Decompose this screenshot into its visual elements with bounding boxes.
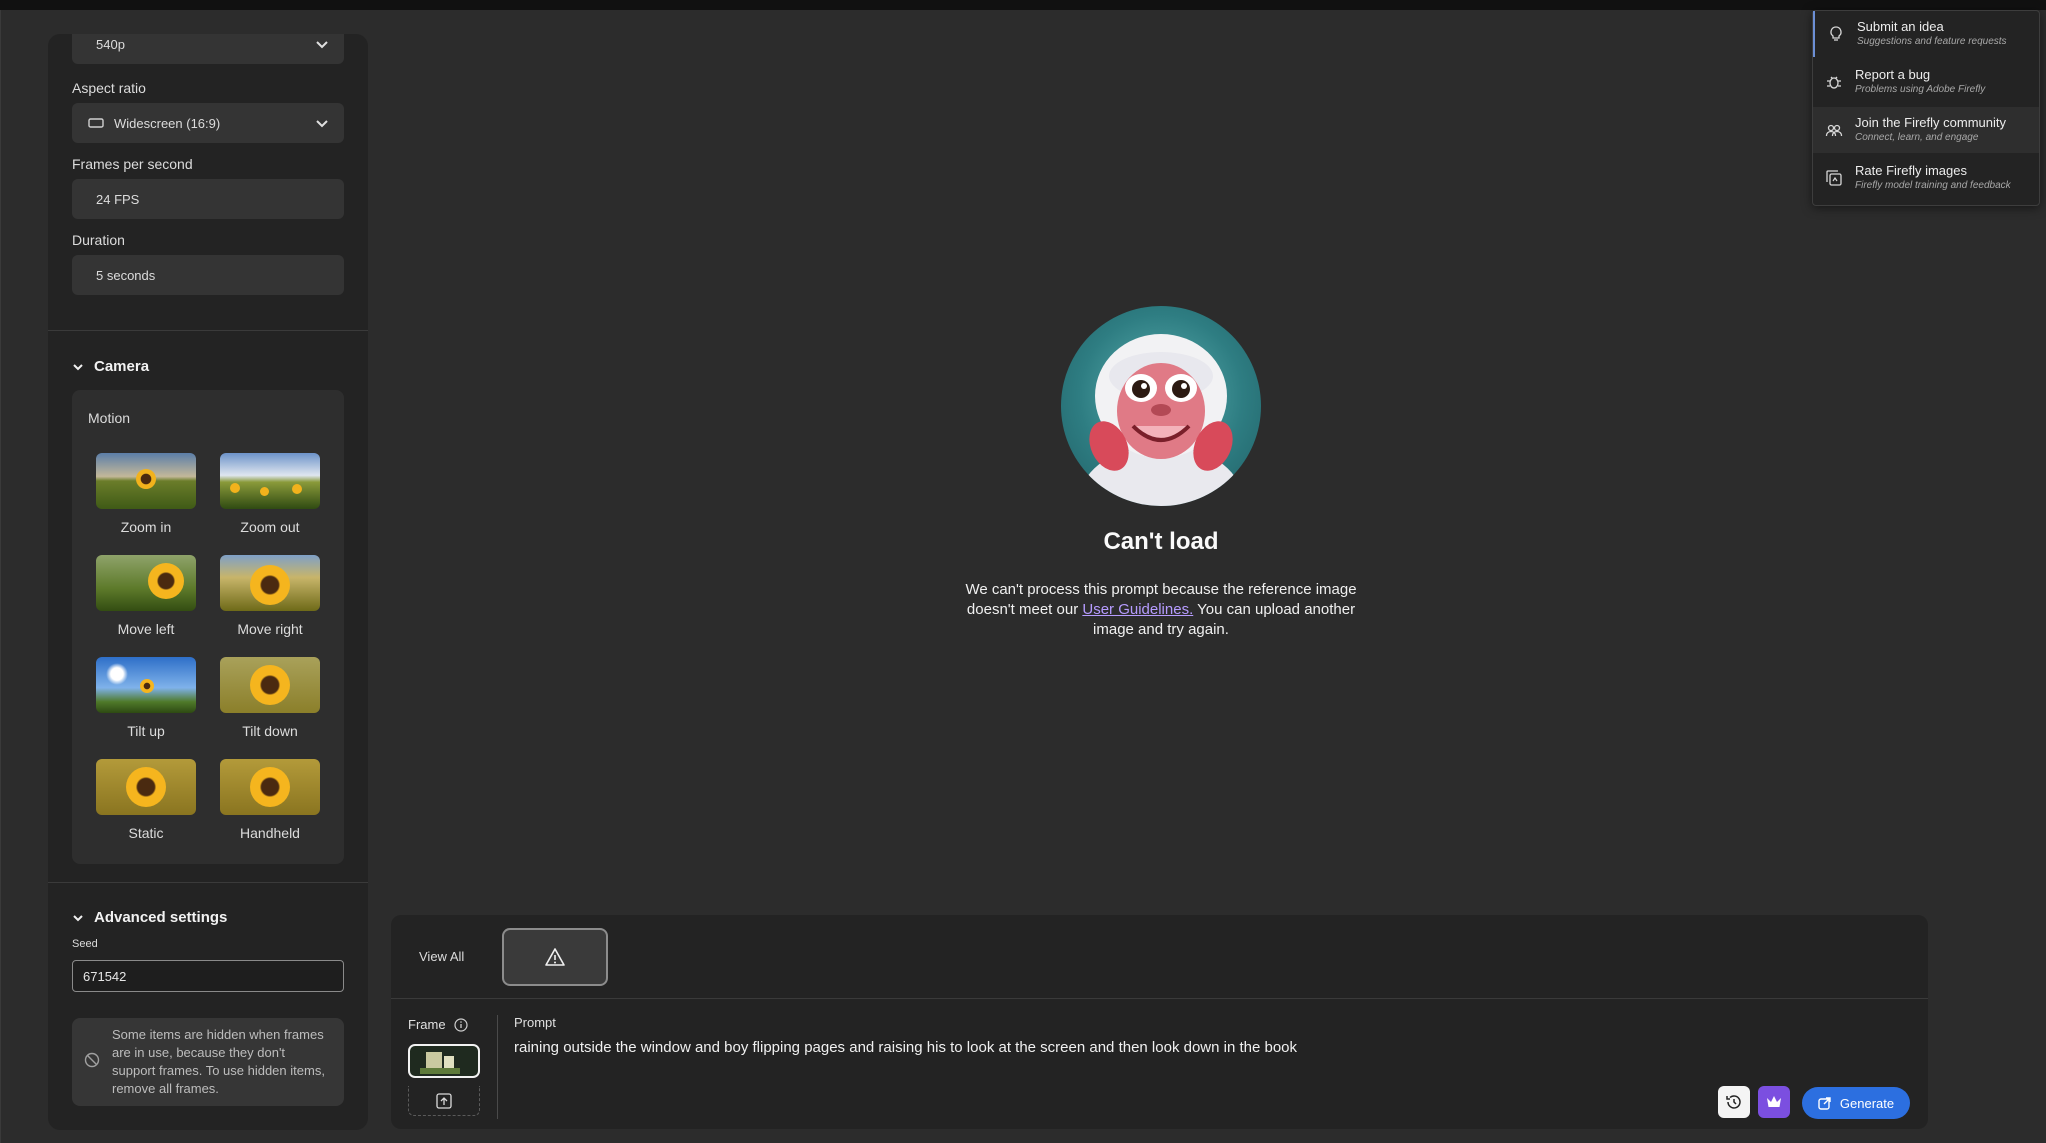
crown-icon: [1767, 1096, 1781, 1107]
advanced-settings-toggle[interactable]: Advanced settings: [72, 909, 227, 926]
menu-item-subtitle: Firefly model training and feedback: [1855, 180, 2011, 191]
sunflower-thumbnail: [96, 759, 196, 815]
widescreen-icon: [88, 118, 104, 128]
upload-frame-button[interactable]: [408, 1086, 480, 1116]
motion-label-text: Handheld: [240, 825, 300, 841]
motion-zoom-in[interactable]: Zoom in: [96, 453, 196, 535]
upload-icon: [436, 1092, 452, 1109]
aspect-ratio-select[interactable]: Widescreen (16:9): [72, 103, 344, 143]
prompt-label: Prompt: [514, 1015, 556, 1030]
chevron-down-icon: [316, 41, 328, 49]
motion-label-text: Move right: [237, 621, 303, 637]
generate-icon: [1818, 1097, 1831, 1110]
sunflower-thumbnail: [96, 555, 196, 611]
sunflower-thumbnail: [220, 759, 320, 815]
motion-label-text: Tilt down: [242, 723, 298, 739]
settings-panel: 540p Aspect ratio Widescreen (16:9) Fram…: [48, 34, 368, 1130]
app-window: 540p Aspect ratio Widescreen (16:9) Fram…: [0, 10, 2046, 1143]
aspect-ratio-value: Widescreen (16:9): [114, 115, 221, 131]
blocked-icon: [84, 1052, 100, 1068]
duration-field[interactable]: 5 seconds: [72, 255, 344, 295]
fps-field[interactable]: 24 FPS: [72, 179, 344, 219]
menu-item-title: Rate Firefly images: [1855, 163, 1967, 178]
sunflower-thumbnail: [220, 657, 320, 713]
divider: [497, 1015, 498, 1119]
error-message: We can't process this prompt because the…: [961, 580, 1361, 640]
menu-item-title: Join the Firefly community: [1855, 115, 2006, 130]
generate-button[interactable]: Generate: [1802, 1087, 1910, 1119]
motion-options: Motion Zoom in Zoom out Move left Move r…: [72, 390, 344, 864]
motion-static[interactable]: Static: [96, 759, 196, 841]
menu-item-title: Submit an idea: [1857, 19, 1944, 34]
motion-label: Motion: [88, 410, 131, 426]
view-all-button[interactable]: View All: [419, 949, 464, 964]
advanced-settings-title: Advanced settings: [94, 909, 228, 926]
resolution-select[interactable]: 540p: [72, 34, 344, 64]
frame-label: Frame: [408, 1017, 468, 1032]
fps-label: Frames per second: [72, 156, 193, 172]
rate-images-icon: [1826, 170, 1842, 186]
history-button[interactable]: [1718, 1086, 1750, 1118]
history-icon: [1726, 1095, 1741, 1109]
frame-thumbnail[interactable]: [408, 1044, 480, 1078]
seed-input[interactable]: 671542: [72, 960, 344, 992]
menu-item-submit-idea[interactable]: Submit an idea Suggestions and feature r…: [1813, 11, 2039, 57]
seed-value: 671542: [83, 968, 127, 984]
motion-label-text: Move left: [117, 621, 175, 637]
menu-item-report-bug[interactable]: Report a bug Problems using Adobe Firefl…: [1813, 59, 2039, 105]
sunflower-thumbnail: [96, 657, 196, 713]
hidden-items-note-text: Some items are hidden when frames are in…: [112, 1027, 325, 1096]
motion-label-text: Zoom out: [240, 519, 300, 535]
sunflower-thumbnail: [220, 555, 320, 611]
prompt-input[interactable]: raining outside the window and boy flipp…: [514, 1039, 1894, 1056]
lightbulb-icon: [1830, 26, 1842, 41]
frame-label-text: Frame: [408, 1017, 446, 1032]
motion-handheld[interactable]: Handheld: [220, 759, 320, 841]
motion-zoom-out[interactable]: Zoom out: [220, 453, 320, 535]
info-icon[interactable]: [453, 1017, 468, 1032]
duration-label: Duration: [72, 232, 125, 248]
fps-value: 24 FPS: [96, 191, 140, 207]
resolution-value: 540p: [96, 36, 125, 52]
motion-move-right[interactable]: Move right: [220, 555, 320, 637]
menu-item-rate-images[interactable]: Rate Firefly images Firefly model traini…: [1813, 155, 2039, 201]
error-title: Can't load: [1103, 528, 1219, 555]
menu-item-subtitle: Suggestions and feature requests: [1857, 36, 2007, 47]
bug-icon: [1827, 76, 1841, 89]
motion-label-text: Zoom in: [120, 519, 172, 535]
premium-button[interactable]: [1758, 1086, 1790, 1118]
divider: [48, 330, 368, 331]
sunflower-thumbnail: [96, 453, 196, 509]
camera-section-toggle[interactable]: Camera: [72, 358, 149, 375]
motion-tilt-up[interactable]: Tilt up: [96, 657, 196, 739]
prompt-panel: View All Frame Prompt raining outside th…: [391, 915, 1928, 1129]
chevron-down-icon: [73, 914, 83, 921]
divider: [48, 882, 368, 883]
monkey-illustration: [1061, 306, 1261, 506]
warning-icon: [545, 948, 565, 966]
seed-label: Seed: [72, 938, 98, 950]
motion-label-text: Tilt up: [127, 723, 165, 739]
chevron-down-icon: [316, 120, 328, 128]
chevron-down-icon: [73, 363, 83, 370]
user-guidelines-link[interactable]: User Guidelines.: [1082, 601, 1193, 618]
motion-label-text: Static: [128, 825, 164, 841]
motion-move-left[interactable]: Move left: [96, 555, 196, 637]
feedback-menu: Submit an idea Suggestions and feature r…: [1812, 10, 2040, 206]
generate-label: Generate: [1839, 1095, 1895, 1111]
menu-item-join-community[interactable]: Join the Firefly community Connect, lear…: [1813, 107, 2039, 153]
aspect-ratio-label: Aspect ratio: [72, 80, 146, 96]
menu-item-subtitle: Problems using Adobe Firefly: [1855, 84, 1986, 95]
hidden-items-note: Some items are hidden when frames are in…: [72, 1018, 344, 1106]
sunflower-thumbnail: [220, 453, 320, 509]
camera-section-title: Camera: [94, 358, 150, 375]
menu-item-title: Report a bug: [1855, 67, 1931, 82]
community-icon: [1825, 124, 1843, 137]
generation-history-strip: View All: [391, 915, 1928, 999]
motion-tilt-down[interactable]: Tilt down: [220, 657, 320, 739]
failed-generation-tile[interactable]: [502, 928, 608, 986]
menu-item-subtitle: Connect, learn, and engage: [1855, 132, 1979, 143]
duration-value: 5 seconds: [96, 267, 156, 283]
top-bar: [0, 0, 2046, 10]
